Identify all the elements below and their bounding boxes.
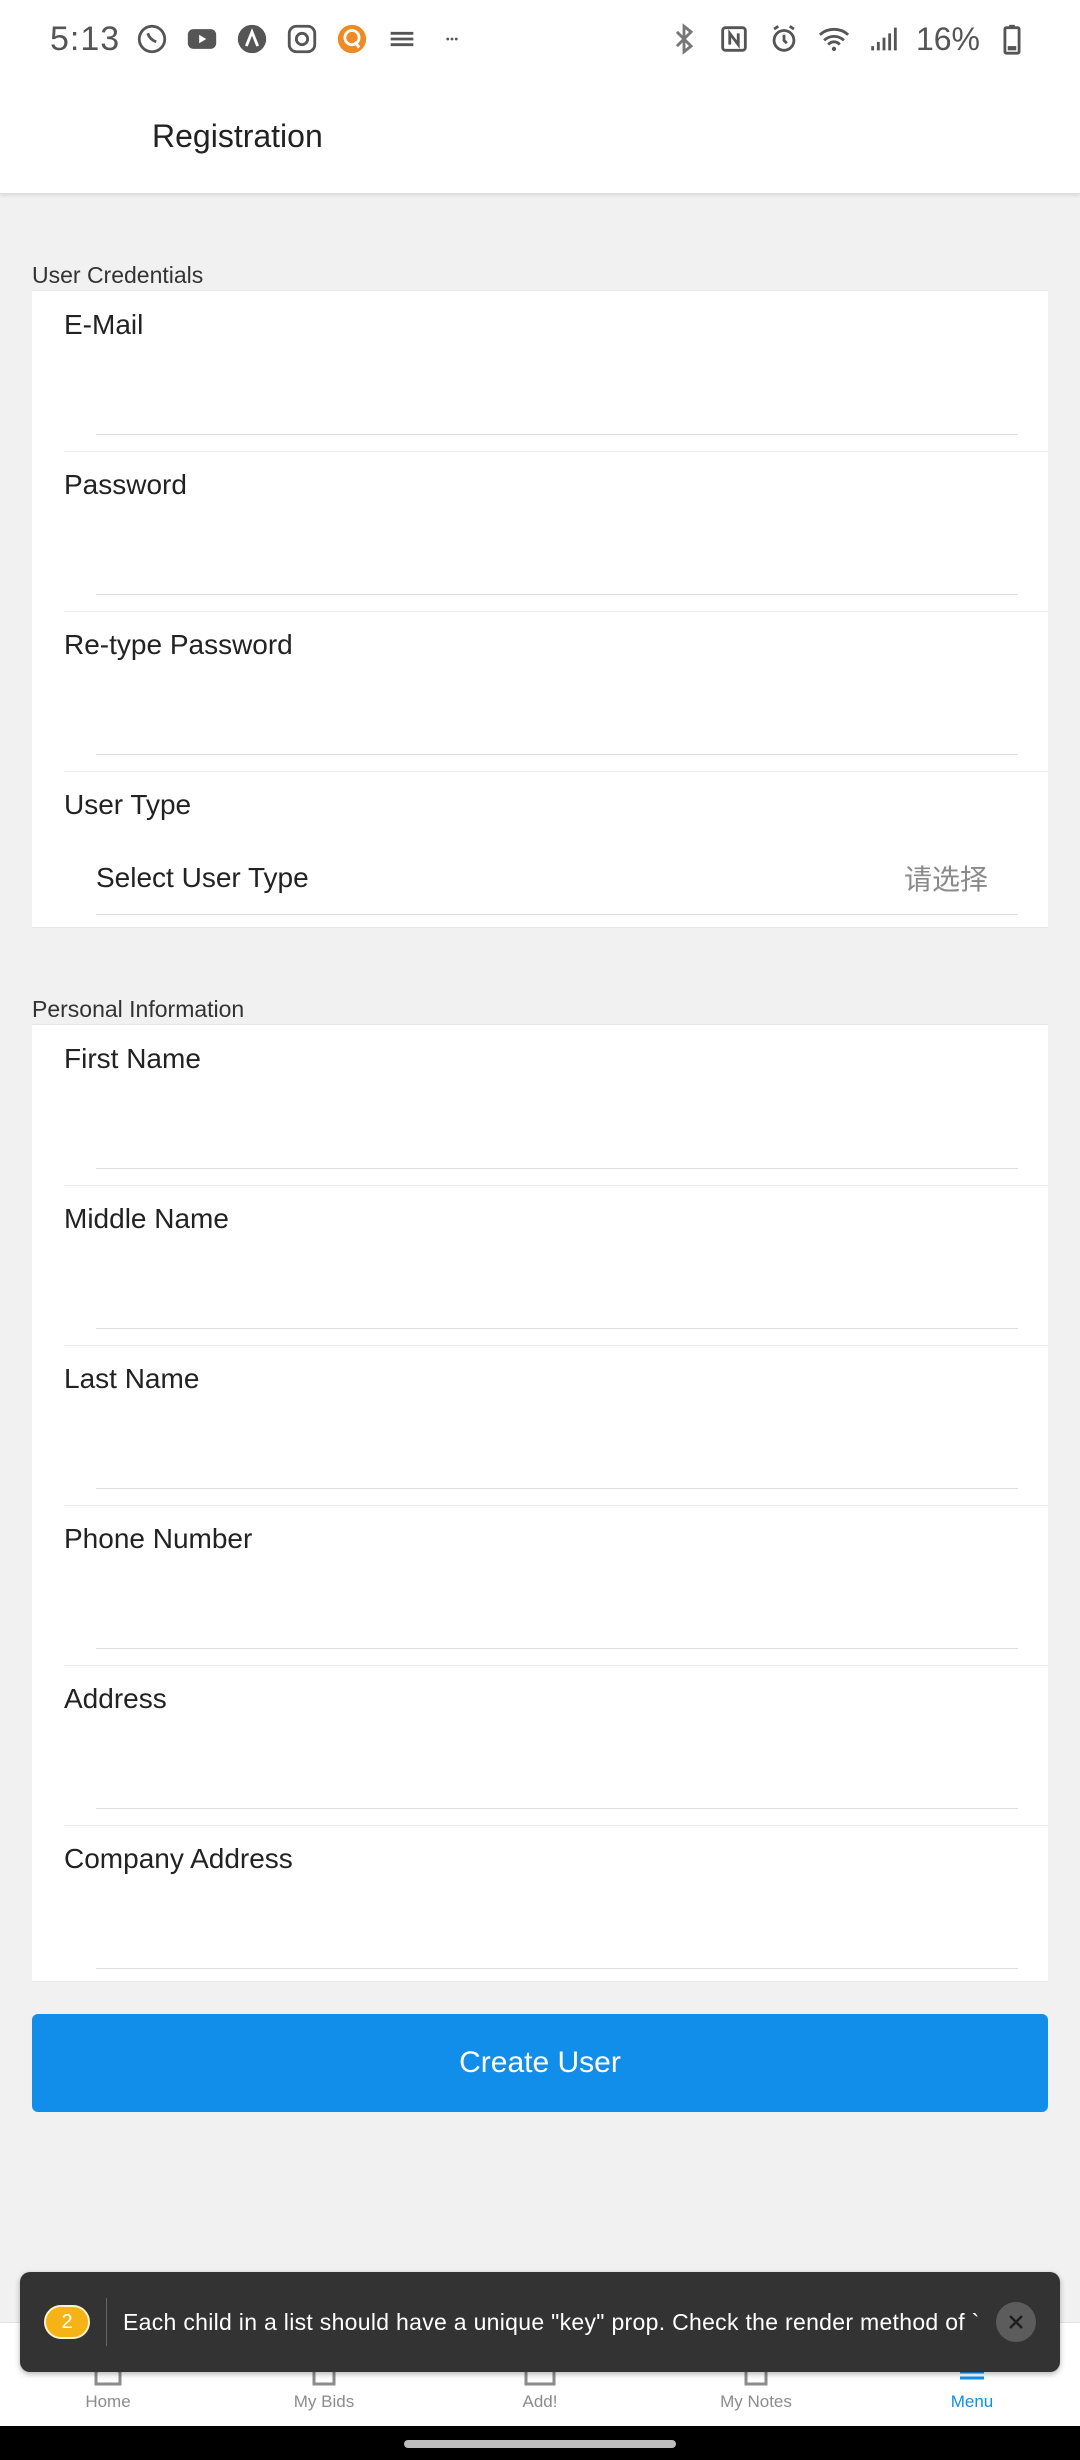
- retype-password-label: Re-type Password: [64, 629, 293, 660]
- first-name-input[interactable]: [96, 1095, 1018, 1169]
- address-input[interactable]: [96, 1735, 1018, 1809]
- user-type-select-label: Select User Type: [96, 861, 309, 893]
- youtube-icon: [184, 21, 220, 57]
- company-address-field: Company Address: [32, 1825, 1048, 1985]
- phone-number-label: Phone Number: [64, 1523, 253, 1554]
- viber-icon: [134, 21, 170, 57]
- user-type-field: User Type Select User Type 请选择: [32, 771, 1048, 931]
- system-nav-bar: [0, 2426, 1080, 2460]
- tab-label-home: Home: [85, 2392, 131, 2411]
- tab-label-menu: Menu: [950, 2392, 994, 2411]
- bluetooth-icon: [666, 21, 702, 57]
- home-indicator[interactable]: [404, 2440, 676, 2448]
- section-label-credentials: User Credentials: [32, 262, 204, 288]
- status-left: 5:13: [50, 20, 470, 59]
- user-type-select[interactable]: Select User Type 请选择: [96, 841, 1018, 915]
- warning-toast[interactable]: 2 Each child in a list should have a uni…: [20, 2272, 1060, 2372]
- tab-label-my-bids: My Bids: [293, 2392, 355, 2411]
- first-name-label: First Name: [64, 1043, 201, 1074]
- personal-card: First Name Middle Name Last Name Phone N…: [32, 1024, 1048, 1982]
- email-field: E-Mail: [32, 291, 1048, 451]
- phone-number-field: Phone Number: [32, 1505, 1048, 1665]
- status-time: 5:13: [50, 19, 121, 58]
- password-input[interactable]: [96, 521, 1018, 595]
- create-user-button[interactable]: Create User: [32, 2014, 1048, 2112]
- toast-divider: [106, 2298, 107, 2346]
- address-label: Address: [64, 1683, 167, 1714]
- company-address-input[interactable]: [96, 1895, 1018, 1969]
- app-header: Registration: [0, 78, 1080, 194]
- retype-password-input[interactable]: [96, 681, 1018, 755]
- first-name-field: First Name: [32, 1025, 1048, 1185]
- menu-lines-icon: [384, 21, 420, 57]
- instagram-icon: [284, 21, 320, 57]
- address-field: Address: [32, 1665, 1048, 1825]
- q-app-icon: [334, 21, 370, 57]
- middle-name-field: Middle Name: [32, 1185, 1048, 1345]
- arch-icon: [234, 21, 270, 57]
- last-name-label: Last Name: [64, 1363, 200, 1394]
- nfc-icon: [716, 21, 752, 57]
- page-title: Registration: [152, 118, 323, 154]
- company-address-label: Company Address: [64, 1843, 293, 1874]
- user-type-select-placeholder: 请选择: [903, 863, 988, 895]
- more-dots-icon: [434, 21, 470, 57]
- warning-count-badge: 2: [44, 2305, 90, 2339]
- last-name-field: Last Name: [32, 1345, 1048, 1505]
- password-label: Password: [64, 469, 187, 500]
- phone-number-input[interactable]: [96, 1575, 1018, 1649]
- email-label: E-Mail: [64, 309, 144, 340]
- credentials-card: E-Mail Password Re-type Password User Ty…: [32, 290, 1048, 928]
- tab-label-my-notes: My Notes: [720, 2392, 792, 2411]
- user-type-label: User Type: [64, 789, 192, 820]
- section-label-personal: Personal Information: [32, 996, 245, 1022]
- status-right: 16%: [666, 21, 1030, 58]
- status-bar: 5:13 16%: [0, 0, 1080, 78]
- warning-message: Each child in a list should have a uniqu…: [123, 2308, 978, 2335]
- signal-icon: [866, 21, 902, 57]
- battery-percent: 16%: [915, 20, 980, 57]
- password-field: Password: [32, 451, 1048, 611]
- last-name-input[interactable]: [96, 1415, 1018, 1489]
- middle-name-label: Middle Name: [64, 1203, 229, 1234]
- middle-name-input[interactable]: [96, 1255, 1018, 1329]
- battery-icon: [994, 21, 1030, 57]
- alarm-icon: [766, 21, 802, 57]
- email-input[interactable]: [96, 361, 1018, 435]
- wifi-icon: [816, 21, 852, 57]
- tab-label-add: Add!: [522, 2392, 558, 2411]
- close-icon[interactable]: [996, 2302, 1036, 2342]
- retype-password-field: Re-type Password: [32, 611, 1048, 771]
